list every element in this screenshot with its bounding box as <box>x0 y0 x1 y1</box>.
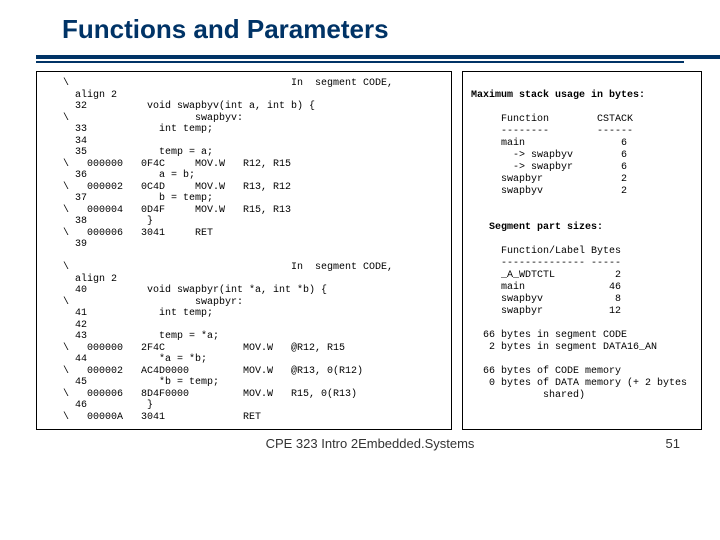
footer: CPE 323 Intro 2Embedded.Systems 51 <box>0 430 720 451</box>
footer-text: CPE 323 Intro 2Embedded.Systems <box>0 436 620 451</box>
segment-table: Function/Label Bytes -------------- ----… <box>471 246 621 317</box>
title-underline <box>36 55 684 59</box>
stack-table: Function CSTACK -------- ------ main 6 -… <box>471 114 633 197</box>
content-row: \ In segment CODE, align 2 32 void swapb… <box>0 63 720 430</box>
page-number: 51 <box>620 436 680 451</box>
segment-heading: Segment part sizes: <box>471 222 603 233</box>
stack-usage-box: Maximum stack usage in bytes: Function C… <box>462 71 702 430</box>
stack-heading: Maximum stack usage in bytes: <box>471 90 645 101</box>
code-listing-box: \ In segment CODE, align 2 32 void swapb… <box>36 71 452 430</box>
summary-data: 66 bytes of CODE memory 0 bytes of DATA … <box>471 366 687 401</box>
title-underline-thin <box>36 61 684 63</box>
slide-title: Functions and Parameters <box>0 0 720 55</box>
summary-code: 66 bytes in segment CODE 2 bytes in segm… <box>471 330 657 353</box>
